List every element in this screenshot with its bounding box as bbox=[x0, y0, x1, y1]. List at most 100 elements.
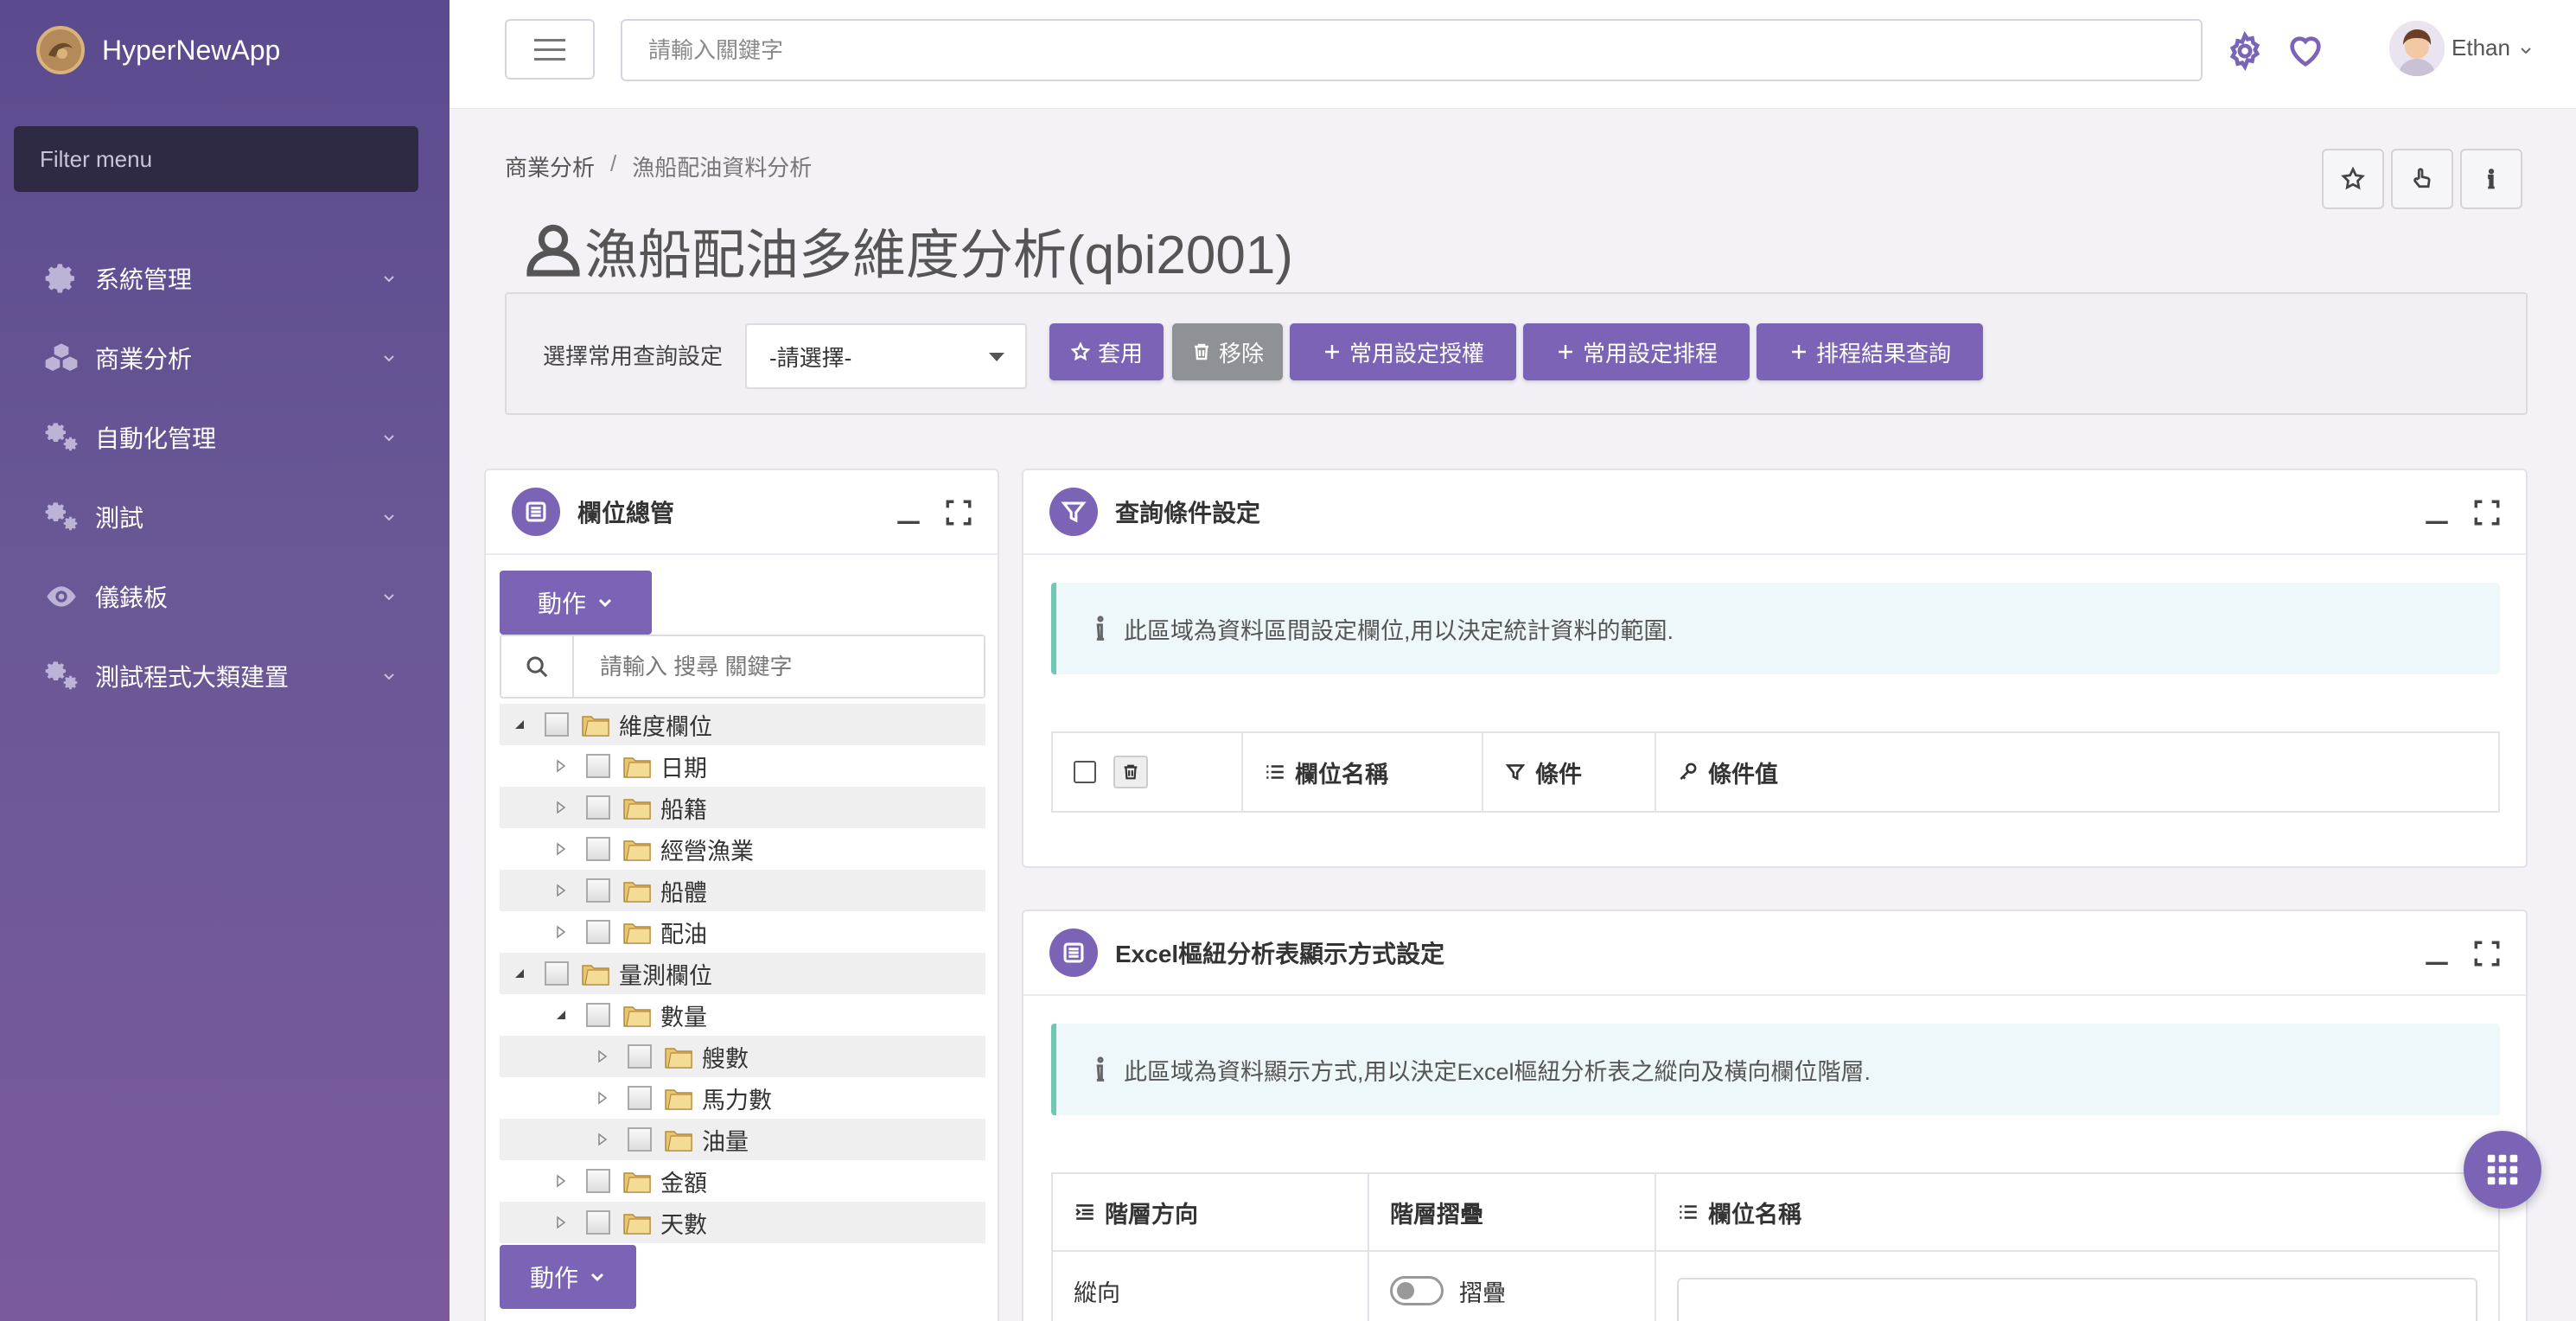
panel-header: 查詢條件設定 bbox=[1023, 470, 2526, 555]
sidebar-item-dashboard[interactable]: 儀錶板 bbox=[0, 557, 450, 636]
breadcrumb-parent[interactable]: 商業分析 bbox=[505, 150, 595, 182]
tree-checkbox[interactable] bbox=[545, 961, 569, 986]
expand-closed-icon[interactable] bbox=[552, 881, 571, 900]
heart-icon[interactable] bbox=[2286, 31, 2325, 71]
info-button[interactable] bbox=[2460, 149, 2522, 209]
expand-closed-icon[interactable] bbox=[552, 798, 571, 817]
favorite-button[interactable] bbox=[2322, 149, 2384, 209]
tree-checkbox[interactable] bbox=[586, 1169, 610, 1193]
sidebar-item-system[interactable]: 系統管理 bbox=[0, 239, 450, 318]
tree-node-label: 維度欄位 bbox=[619, 713, 712, 740]
tree-node[interactable]: 艘數 bbox=[500, 1036, 985, 1077]
remove-button[interactable]: 移除 bbox=[1172, 323, 1283, 380]
tree-node[interactable]: 船籍 bbox=[500, 787, 985, 828]
apply-button[interactable]: 套用 bbox=[1049, 323, 1164, 380]
hamburger-icon bbox=[534, 35, 565, 64]
schedule-settings-button[interactable]: 常用設定排程 bbox=[1523, 323, 1750, 380]
list-icon bbox=[1266, 765, 1284, 779]
chevron-down-icon[interactable] bbox=[2519, 43, 2533, 57]
tree-checkbox[interactable] bbox=[586, 1210, 610, 1235]
tree-node[interactable]: 金額 bbox=[500, 1160, 985, 1202]
expand-closed-icon[interactable] bbox=[552, 1213, 571, 1232]
tree-node[interactable]: 量測欄位 bbox=[500, 953, 985, 994]
tree-node[interactable]: 馬力數 bbox=[500, 1077, 985, 1119]
plus-icon bbox=[1558, 345, 1572, 359]
expand-closed-icon[interactable] bbox=[593, 1088, 612, 1107]
sidebar-item-test-program[interactable]: 測試程式大類建置 bbox=[0, 636, 450, 716]
minimize-icon[interactable] bbox=[2422, 498, 2452, 527]
expand-open-icon[interactable] bbox=[510, 964, 529, 983]
tree-checkbox[interactable] bbox=[586, 920, 610, 944]
tree-checkbox[interactable] bbox=[628, 1127, 652, 1152]
expand-closed-icon[interactable] bbox=[552, 756, 571, 775]
tree-checkbox[interactable] bbox=[586, 878, 610, 903]
tree-checkbox[interactable] bbox=[586, 795, 610, 820]
sidebar-item-test[interactable]: 測試 bbox=[0, 477, 450, 557]
tree-node[interactable]: 日期 bbox=[500, 745, 985, 787]
like-button[interactable] bbox=[2391, 149, 2453, 209]
expand-closed-icon[interactable] bbox=[552, 1171, 571, 1190]
filter-menu-input[interactable] bbox=[14, 126, 418, 192]
tree-node-label: 船籍 bbox=[660, 796, 707, 823]
settings-gear-icon[interactable] bbox=[2225, 30, 2265, 72]
expand-open-icon[interactable] bbox=[552, 1005, 571, 1024]
panel-title: 欄位總管 bbox=[577, 500, 675, 526]
action-dropdown-button[interactable]: 動作 bbox=[500, 571, 652, 635]
minimize-icon[interactable] bbox=[2422, 939, 2452, 968]
action-label: 動作 bbox=[537, 590, 586, 617]
field-drop-zone[interactable] bbox=[1677, 1278, 2477, 1321]
fullscreen-icon[interactable] bbox=[2472, 939, 2502, 968]
tree-checkbox[interactable] bbox=[586, 837, 610, 861]
header-label: 條件 bbox=[1535, 761, 1582, 788]
sidebar: HyperNewApp 系統管理 商業分析 自動化管理 bbox=[0, 0, 450, 1321]
global-search-input[interactable] bbox=[621, 19, 2203, 81]
action-dropdown-button-bottom[interactable]: 動作 bbox=[500, 1245, 636, 1309]
expand-closed-icon[interactable] bbox=[593, 1130, 612, 1149]
tree-checkbox[interactable] bbox=[628, 1086, 652, 1110]
tree-node[interactable]: 經營漁業 bbox=[500, 828, 985, 870]
tree-node[interactable]: 天數 bbox=[500, 1202, 985, 1243]
panel-title: 查詢條件設定 bbox=[1115, 500, 1261, 526]
fullscreen-icon[interactable] bbox=[944, 498, 973, 527]
chevron-down-icon bbox=[380, 667, 398, 685]
delete-button[interactable] bbox=[1113, 756, 1148, 788]
query-settings-select[interactable]: -請選擇- bbox=[745, 323, 1027, 389]
tree-checkbox[interactable] bbox=[586, 1003, 610, 1027]
gear-icon bbox=[43, 260, 80, 297]
trash-icon bbox=[1124, 764, 1138, 780]
apps-grid-button[interactable] bbox=[2464, 1131, 2541, 1209]
tree-node[interactable]: 油量 bbox=[500, 1119, 985, 1160]
header-condition-value: 條件值 bbox=[1656, 733, 2498, 811]
page-title-row: 漁船配油多維度分析(qbi2001) bbox=[522, 211, 1293, 289]
tree-search-input[interactable] bbox=[574, 636, 984, 697]
expand-closed-icon[interactable] bbox=[552, 922, 571, 941]
brand[interactable]: HyperNewApp bbox=[36, 24, 280, 76]
minimize-icon[interactable] bbox=[894, 498, 923, 527]
schedule-result-button[interactable]: 排程結果查詢 bbox=[1757, 323, 1983, 380]
folder-icon bbox=[622, 1168, 652, 1194]
tree-node[interactable]: 配油 bbox=[500, 911, 985, 953]
tree-node[interactable]: 維度欄位 bbox=[500, 704, 985, 745]
tree-checkbox[interactable] bbox=[586, 754, 610, 778]
collapse-toggle[interactable] bbox=[1390, 1276, 1444, 1305]
sidebar-item-business-analysis[interactable]: 商業分析 bbox=[0, 318, 450, 398]
expand-closed-icon[interactable] bbox=[552, 839, 571, 858]
select-all-checkbox[interactable] bbox=[1074, 761, 1096, 783]
tree-node[interactable]: 船體 bbox=[500, 870, 985, 911]
tree-node[interactable]: 數量 bbox=[500, 994, 985, 1036]
panel-header: 欄位總管 bbox=[486, 470, 998, 555]
grant-settings-button[interactable]: 常用設定授權 bbox=[1290, 323, 1516, 380]
star-icon bbox=[2341, 166, 2365, 190]
expand-closed-icon[interactable] bbox=[593, 1047, 612, 1066]
field-tree: 維度欄位日期船籍經營漁業 船體 配油 量測欄位 數量 艘數 馬力數 油量 金額 天數 bbox=[500, 704, 985, 1243]
fullscreen-icon[interactable] bbox=[2472, 498, 2502, 527]
avatar[interactable] bbox=[2389, 21, 2445, 76]
menu-toggle-button[interactable] bbox=[505, 19, 595, 80]
expand-open-icon[interactable] bbox=[510, 715, 529, 734]
chevron-down-icon bbox=[380, 508, 398, 526]
tree-checkbox[interactable] bbox=[628, 1044, 652, 1069]
user-name[interactable]: Ethan bbox=[2452, 35, 2510, 61]
tree-checkbox[interactable] bbox=[545, 712, 569, 737]
gears-icon bbox=[43, 499, 80, 535]
sidebar-item-automation[interactable]: 自動化管理 bbox=[0, 398, 450, 477]
